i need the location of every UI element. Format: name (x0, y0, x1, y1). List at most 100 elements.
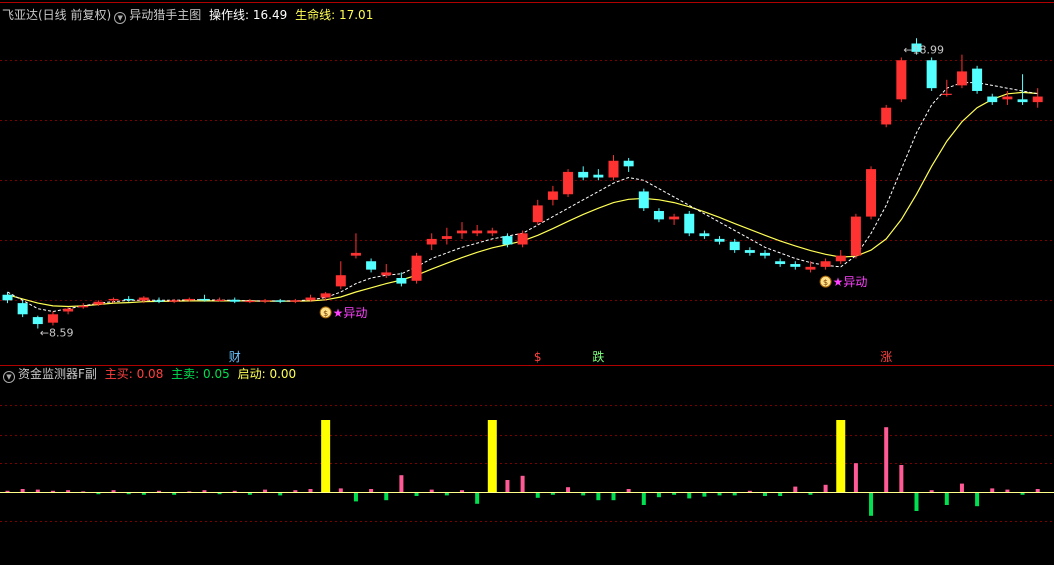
candle (441, 227, 452, 245)
candle-body (214, 299, 225, 301)
candle (653, 208, 664, 223)
candle (472, 224, 483, 237)
buy-bar (369, 489, 374, 492)
start-bar (487, 420, 497, 492)
signal-label: ★异动 (333, 306, 368, 320)
sell-bar (217, 493, 222, 495)
candle-body (457, 230, 467, 234)
candle (578, 166, 589, 181)
sell-bar (687, 493, 692, 499)
candle-body (154, 300, 164, 302)
candle (790, 261, 801, 270)
candle (350, 233, 361, 259)
buy-bar (505, 480, 510, 492)
indicator-menu-icon[interactable]: ▼ (114, 12, 127, 24)
sell-bar (975, 493, 980, 507)
sub-indicator-menu-icon[interactable]: ▼ (3, 371, 15, 383)
candle-body (411, 255, 422, 281)
candle (63, 307, 74, 315)
buy-bar (990, 488, 995, 492)
life-line (7, 91, 1038, 308)
buy-bar (899, 465, 904, 492)
candle-body (684, 213, 695, 234)
sell-bar (611, 493, 616, 501)
candle-body (790, 264, 801, 267)
main-buy-label: 主买: (104, 367, 133, 381)
buy-bar (793, 486, 798, 492)
candle-body (729, 241, 740, 251)
buy-bar (35, 489, 40, 492)
candle-body (775, 261, 786, 265)
candle-body (305, 297, 316, 301)
sell-bar (596, 493, 601, 501)
candle (229, 297, 240, 304)
candle-body (638, 191, 649, 209)
candle (850, 213, 861, 259)
sell-bar (717, 493, 722, 496)
candle (623, 157, 634, 172)
candle (78, 303, 89, 309)
sell-bar (353, 493, 358, 502)
buy-bar (747, 490, 752, 492)
candle-body (699, 233, 710, 237)
candle-body (169, 300, 180, 302)
candle (563, 169, 574, 198)
candle (987, 93, 998, 105)
candle-body (563, 171, 574, 195)
candle (896, 57, 907, 103)
sell-bar (475, 493, 480, 504)
event-marker: 涨 (880, 349, 892, 364)
candle-body (669, 216, 680, 220)
buy-bar (66, 490, 71, 492)
candle-body (578, 171, 589, 178)
candle-body (653, 211, 664, 220)
candle-body (547, 191, 558, 200)
candle (926, 57, 937, 91)
candle-body (108, 298, 119, 301)
sell-bar (581, 493, 586, 496)
sell-bar (414, 493, 419, 496)
start-bar (836, 420, 846, 492)
candle (260, 298, 271, 304)
candle-body (275, 300, 286, 302)
buy-bar (929, 490, 934, 492)
candle (638, 188, 649, 211)
buy-bar (232, 490, 237, 492)
candle (17, 300, 28, 318)
candle (457, 222, 467, 239)
buy-bar (823, 484, 828, 492)
candle (866, 166, 877, 220)
stock-chart[interactable]: ←18.99 ←8.59 $ ★异动 $ ★异动财 $ 跌 涨 (0, 0, 1054, 565)
life-line-label: 生命线: (295, 8, 336, 22)
candle-body (532, 205, 543, 223)
candle-body (502, 236, 513, 245)
candle-body (426, 238, 437, 245)
start-bar (321, 420, 331, 492)
buy-bar (20, 489, 25, 492)
candle-body (47, 314, 58, 323)
sell-bar (763, 493, 767, 496)
candle-body (896, 60, 907, 100)
buy-bar (429, 489, 434, 492)
sell-bar (384, 493, 389, 501)
candle-body (1032, 96, 1043, 103)
candle (714, 236, 725, 245)
candle (820, 258, 831, 270)
start-label: 启动: (237, 367, 266, 381)
buy-bar (626, 489, 631, 492)
candle (760, 250, 770, 259)
candle (411, 252, 422, 284)
candle-body (760, 252, 770, 256)
buy-bar (884, 427, 889, 492)
candle (532, 199, 543, 225)
candle (547, 185, 558, 206)
start-value: 0.00 (269, 367, 297, 381)
sell-bar (702, 493, 707, 497)
stock-title: 飞亚达(日线 前复权) (2, 8, 112, 22)
candle-body (593, 174, 604, 178)
candle-body (320, 293, 331, 298)
candle (972, 65, 983, 94)
sell-bar (672, 493, 677, 495)
op-line-label: 操作线: (209, 8, 250, 22)
buy-bar (399, 475, 404, 492)
